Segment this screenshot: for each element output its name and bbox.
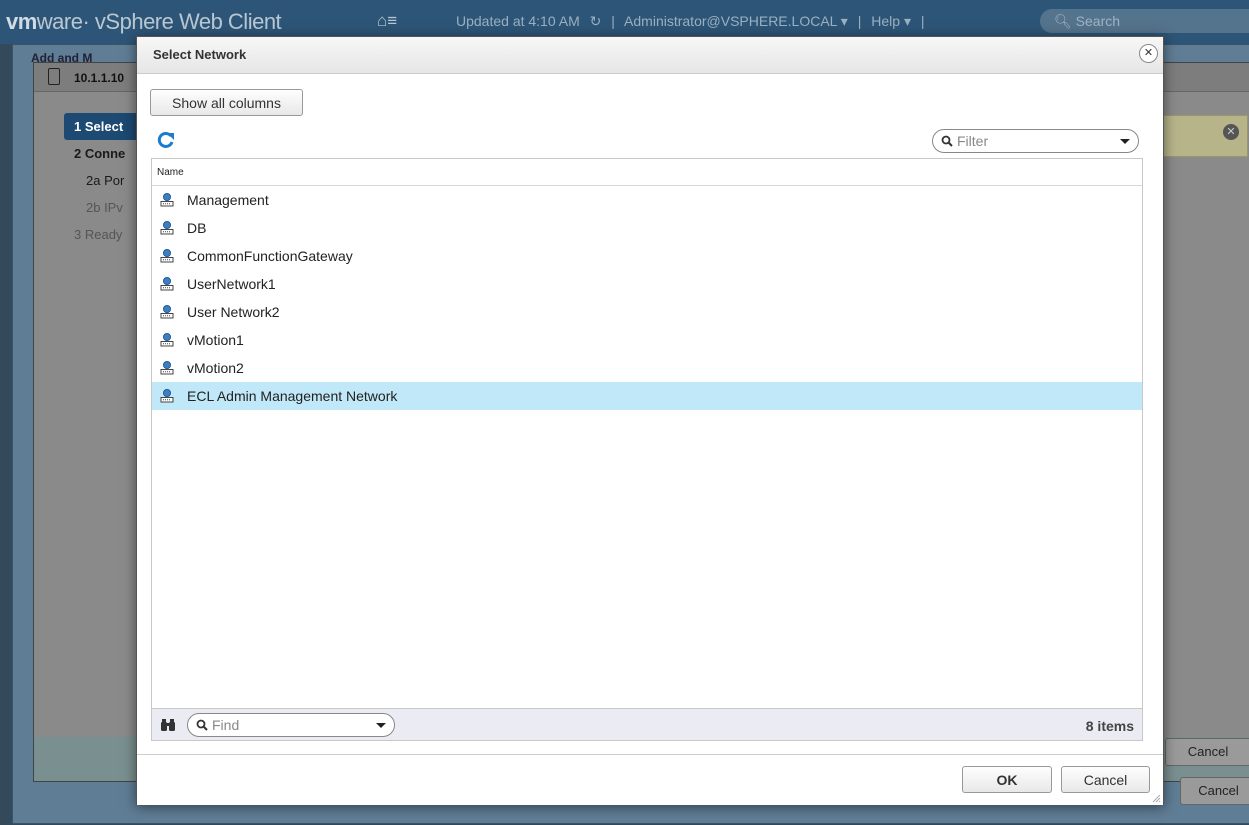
network-row[interactable]: UserNetwork1 (152, 270, 1142, 298)
network-name: ECL Admin Management Network (187, 388, 398, 404)
chevron-down-icon[interactable] (1120, 139, 1130, 144)
show-all-columns-button[interactable]: Show all columns (150, 89, 303, 116)
network-name: User Network2 (187, 304, 280, 320)
network-list: Name Management DB CommonFunctionGateway Us… (151, 158, 1143, 741)
updated-label: Updated at 4:10 AM (456, 13, 580, 29)
search-icon (196, 719, 208, 731)
global-search-input[interactable]: 🔍︎ Search (1040, 9, 1249, 33)
select-network-dialog: Select Network ✕ Show all columns Filter… (136, 36, 1164, 805)
network-name: vMotion1 (187, 332, 244, 348)
network-icon (160, 277, 174, 291)
search-icon (941, 135, 953, 147)
network-rows: Management DB CommonFunctionGateway UserNet… (152, 186, 1142, 410)
column-header-name[interactable]: Name (152, 159, 1142, 186)
network-icon (160, 389, 174, 403)
host-icon (48, 68, 60, 85)
network-icon (160, 221, 174, 235)
list-footer: Find 8 items (151, 708, 1143, 741)
dialog-footer: OK Cancel (137, 754, 1163, 805)
network-icon (160, 249, 174, 263)
refresh-icon[interactable]: ↻ (590, 13, 602, 29)
user-menu[interactable]: Administrator@VSPHERE.LOCAL ▾ (624, 13, 848, 29)
home-menu-icon[interactable]: ⌂≡ (377, 11, 397, 31)
resize-grip-icon[interactable] (1151, 793, 1161, 803)
network-row[interactable]: ECL Admin Management Network (152, 382, 1142, 410)
ok-button[interactable]: OK (962, 766, 1052, 793)
network-row[interactable]: CommonFunctionGateway (152, 242, 1142, 270)
cancel-button[interactable]: Cancel (1061, 766, 1150, 793)
network-icon (160, 193, 174, 207)
network-row[interactable]: vMotion1 (152, 326, 1142, 354)
chevron-down-icon[interactable] (376, 723, 386, 728)
network-name: vMotion2 (187, 360, 244, 376)
network-row[interactable]: Management (152, 186, 1142, 214)
network-icon (160, 333, 174, 347)
outer-cancel-button[interactable]: Cancel (1180, 777, 1249, 805)
wizard-cancel-button[interactable]: Cancel (1165, 738, 1249, 766)
network-name: UserNetwork1 (187, 276, 276, 292)
refresh-icon[interactable] (157, 131, 175, 149)
dialog-titlebar: Select Network ✕ (137, 37, 1163, 74)
help-menu[interactable]: Help ▾ (871, 13, 911, 29)
search-icon: 🔍︎ (1054, 13, 1072, 29)
network-icon (160, 361, 174, 375)
vsphere-logo: vmware· vSphere Web Client (6, 9, 282, 34)
network-name: DB (187, 220, 207, 236)
network-row[interactable]: DB (152, 214, 1142, 242)
host-title: 10.1.1.10 (74, 71, 125, 85)
network-icon (160, 305, 174, 319)
network-row[interactable]: vMotion2 (152, 354, 1142, 382)
find-input[interactable]: Find (187, 713, 395, 737)
filter-placeholder: Filter (957, 133, 989, 149)
network-name: Management (187, 192, 269, 208)
binoculars-icon[interactable] (160, 718, 176, 732)
filter-input[interactable]: Filter (932, 129, 1139, 153)
dialog-title: Select Network (153, 47, 247, 62)
close-icon[interactable]: ✕ (1139, 44, 1158, 63)
find-placeholder: Find (212, 717, 240, 733)
header-status: Updated at 4:10 AM ↻ | Administrator@VSP… (456, 13, 925, 29)
network-name: CommonFunctionGateway (187, 248, 353, 264)
item-count: 8 items (1085, 718, 1134, 734)
network-row[interactable]: User Network2 (152, 298, 1142, 326)
close-warning-icon[interactable]: ✕ (1223, 124, 1239, 140)
